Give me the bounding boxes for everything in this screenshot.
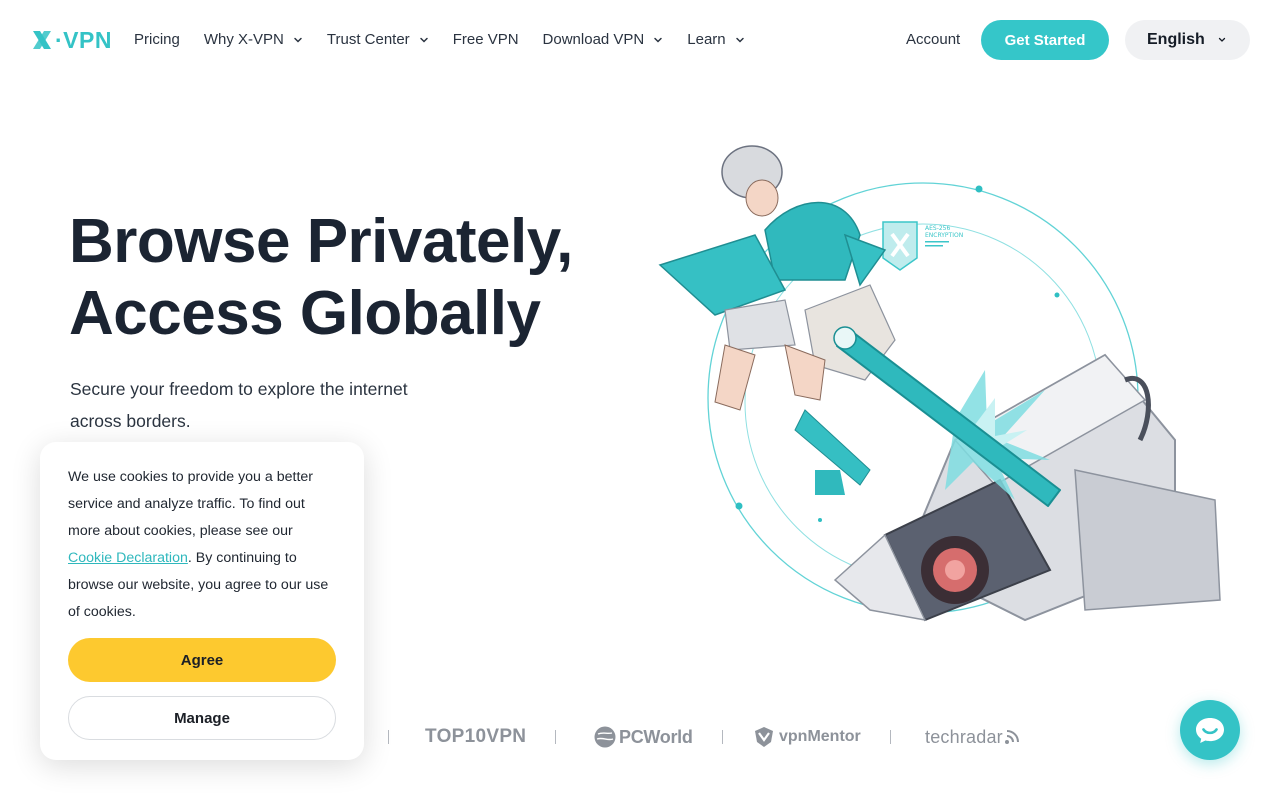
nav-item-free-vpn[interactable]: Free VPN bbox=[453, 28, 519, 52]
nav-item-label: Pricing bbox=[134, 31, 180, 48]
press-logo-top10vpn: TOP10VPN bbox=[425, 725, 526, 749]
orbit-dot bbox=[975, 185, 983, 193]
press-separator bbox=[722, 730, 723, 744]
language-selected-value: English bbox=[1147, 31, 1205, 48]
nav-item-label: Trust Center bbox=[326, 31, 410, 48]
cookie-declaration-link[interactable]: Cookie Declaration bbox=[68, 550, 188, 566]
xvpn-logo[interactable]: ·VPN bbox=[31, 26, 112, 54]
nav-item-label: Learn bbox=[687, 31, 726, 48]
site-header: ·VPN Pricing Why X-VPN Trust Center Free… bbox=[0, 0, 1280, 80]
chevron-down-icon bbox=[654, 37, 663, 43]
character-figure bbox=[658, 145, 896, 495]
press-separator bbox=[388, 730, 389, 744]
logo-text: ·VPN bbox=[55, 27, 112, 53]
pcworld-globe-icon bbox=[594, 726, 616, 748]
press-logo-text: techradar bbox=[925, 727, 1003, 747]
press-separator bbox=[555, 730, 556, 744]
press-logo-vpnmentor: vpnMentor bbox=[754, 725, 861, 749]
nav-item-trust-center[interactable]: Trust Center bbox=[327, 28, 429, 52]
orbit-dot bbox=[1054, 292, 1060, 298]
language-select[interactable]: English bbox=[1125, 20, 1250, 60]
press-logo-text: vpnMentor bbox=[779, 728, 861, 745]
vpnmentor-shield-icon bbox=[755, 727, 773, 747]
chat-button[interactable] bbox=[1180, 700, 1240, 760]
nav-item-learn[interactable]: Learn bbox=[687, 28, 744, 52]
nav-item-label: Download VPN bbox=[542, 31, 645, 48]
hero-illustration: AES-256 ENCRYPTION bbox=[658, 145, 1221, 622]
chevron-down-icon bbox=[1218, 37, 1226, 42]
x-logo-icon bbox=[33, 31, 51, 49]
cookie-text: We use cookies to provide you a better s… bbox=[68, 464, 336, 626]
encryption-badge: AES-256 ENCRYPTION bbox=[882, 221, 963, 271]
badge-text-line2: ENCRYPTION bbox=[925, 232, 963, 239]
press-logo-techradar: techradar bbox=[925, 725, 1020, 749]
nav-item-label: Free VPN bbox=[452, 31, 519, 48]
chevron-down-icon bbox=[735, 37, 744, 43]
nav-item-label: Why X-VPN bbox=[203, 31, 284, 48]
main-nav: Pricing Why X-VPN Trust Center Free VPN … bbox=[134, 28, 769, 52]
hero-title: Browse Privately, Access Globally bbox=[69, 206, 573, 350]
badge-text-line1: AES-256 bbox=[925, 225, 951, 232]
orbit-dot bbox=[735, 502, 743, 510]
manage-button[interactable]: Manage bbox=[68, 696, 336, 740]
chevron-down-icon bbox=[294, 37, 302, 43]
nav-item-why-xvpn[interactable]: Why X-VPN bbox=[204, 28, 303, 52]
press-logo-text: PCWorld bbox=[619, 727, 693, 747]
press-logos: TOP10VPN PCWorld vpnMentor techradar bbox=[380, 722, 1040, 752]
cookie-banner: We use cookies to provide you a better s… bbox=[40, 442, 364, 760]
press-logo-pcworld: PCWorld bbox=[594, 725, 693, 749]
get-started-button[interactable]: Get Started bbox=[981, 20, 1109, 60]
hero-title-line-2: Access Globally bbox=[69, 279, 541, 348]
nav-item-pricing[interactable]: Pricing bbox=[134, 28, 180, 52]
agree-button[interactable]: Agree bbox=[68, 638, 336, 682]
hero-title-line-1: Browse Privately, bbox=[69, 207, 573, 276]
hero-subtitle: Secure your freedom to explore the inter… bbox=[70, 379, 408, 431]
chat-bubble-icon bbox=[1196, 718, 1224, 743]
cookie-text-before-link: We use cookies to provide you a better s… bbox=[68, 469, 314, 539]
nav-item-download-vpn[interactable]: Download VPN bbox=[543, 28, 664, 52]
radar-icon bbox=[1004, 730, 1019, 744]
press-logo-text: TOP10VPN bbox=[425, 726, 527, 747]
orbit-dot bbox=[818, 518, 822, 522]
press-separator bbox=[890, 730, 891, 744]
account-link[interactable]: Account bbox=[906, 28, 960, 52]
chevron-down-icon bbox=[419, 37, 428, 43]
